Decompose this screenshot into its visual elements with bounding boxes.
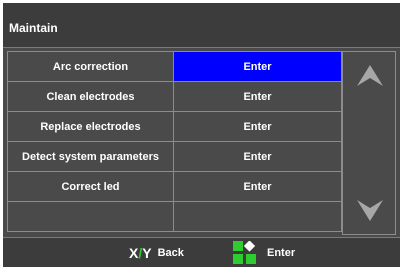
enter-button[interactable]: Enter (173, 111, 342, 142)
enter-label: Enter (267, 247, 296, 259)
title-divider (3, 47, 400, 48)
menu-item-label (7, 201, 174, 232)
enter-footer-button[interactable]: Enter (233, 241, 295, 265)
back-button[interactable]: X/Y Back (129, 238, 184, 267)
maintain-screen: Maintain Arc correction Enter Clean elec… (3, 3, 400, 267)
enter-button[interactable]: Enter (173, 51, 342, 82)
menu-row-clean-electrodes[interactable]: Clean electrodes Enter (7, 81, 342, 112)
menu-row-arc-correction[interactable]: Arc correction Enter (7, 51, 342, 82)
enter-button[interactable]: Enter (173, 171, 342, 202)
menu-row-correct-led[interactable]: Correct led Enter (7, 171, 342, 202)
enter-button[interactable]: Enter (173, 141, 342, 172)
x-key-glyph: X (129, 244, 139, 261)
menu-row-empty (7, 201, 342, 232)
footer-bar: X/Y Back Enter (3, 238, 400, 267)
menu-item-label[interactable]: Detect system parameters (7, 141, 174, 172)
menu-row-detect-system-parameters[interactable]: Detect system parameters Enter (7, 141, 342, 172)
xy-key-icon: X/Y (129, 245, 152, 261)
menu-item-label[interactable]: Correct led (7, 171, 174, 202)
maintain-menu: Arc correction Enter Clean electrodes En… (7, 51, 342, 232)
scroll-panel (342, 51, 396, 235)
back-label: Back (157, 246, 184, 259)
arrow-down-icon[interactable] (356, 196, 384, 224)
menu-item-label[interactable]: Arc correction (7, 51, 174, 82)
arrow-up-icon[interactable] (356, 62, 384, 90)
y-key-glyph: Y (142, 244, 152, 261)
menu-item-value (173, 201, 342, 232)
enter-button[interactable]: Enter (173, 81, 342, 112)
page-title: Maintain (3, 3, 400, 47)
green-grid-icon (233, 241, 256, 264)
menu-row-replace-electrodes[interactable]: Replace electrodes Enter (7, 111, 342, 142)
menu-item-label[interactable]: Replace electrodes (7, 111, 174, 142)
menu-item-label[interactable]: Clean electrodes (7, 81, 174, 112)
